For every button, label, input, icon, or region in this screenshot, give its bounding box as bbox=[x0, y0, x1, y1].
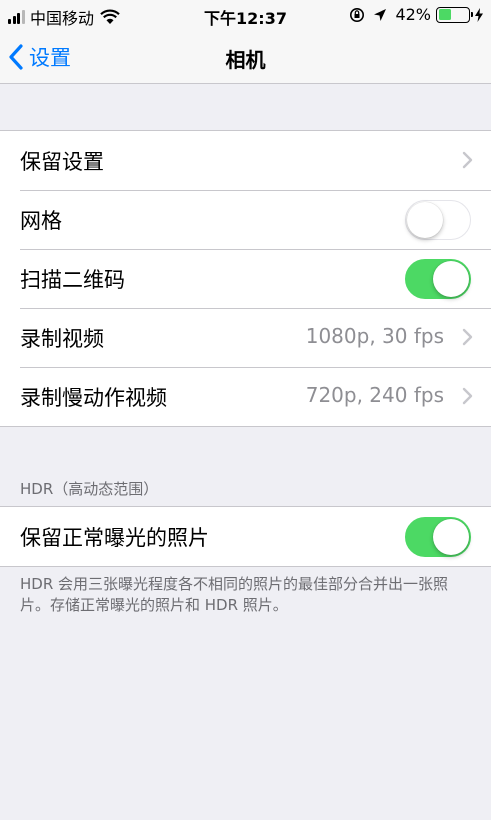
location-icon bbox=[374, 8, 387, 21]
grid-toggle[interactable] bbox=[405, 200, 471, 240]
hdr-group: 保留正常曝光的照片 bbox=[0, 506, 491, 567]
row-label: 保留设置 bbox=[20, 150, 104, 174]
row-keep-normal-photo: 保留正常曝光的照片 bbox=[0, 507, 491, 566]
row-value: 720p, 240 fps bbox=[305, 383, 444, 407]
chevron-right-icon bbox=[462, 328, 473, 346]
hdr-footer-note: HDR 会用三张曝光程度各不相同的照片的最佳部分合并出一张照片。存储正常曝光的照… bbox=[20, 575, 449, 614]
row-record-video[interactable]: 录制视频 1080p, 30 fps bbox=[0, 308, 491, 367]
scan-qr-code-toggle[interactable] bbox=[405, 259, 471, 299]
row-label: 保留正常曝光的照片 bbox=[20, 526, 209, 550]
row-label: 录制视频 bbox=[20, 327, 104, 351]
toggle-knob bbox=[433, 518, 469, 555]
battery-percent: 42% bbox=[395, 5, 431, 24]
chevron-right-icon bbox=[462, 387, 473, 405]
row-value: 1080p, 30 fps bbox=[305, 324, 444, 348]
row-label: 录制慢动作视频 bbox=[20, 386, 167, 410]
navigation-bar: 设置 相机 bbox=[0, 30, 491, 84]
toggle-knob bbox=[406, 201, 443, 238]
status-bar: 中国移动 下午12:37 42% bbox=[0, 0, 491, 30]
row-label: 网格 bbox=[20, 209, 62, 233]
charging-bolt-icon bbox=[475, 7, 483, 22]
row-preserve-settings[interactable]: 保留设置 bbox=[0, 131, 491, 190]
rotation-lock-icon bbox=[350, 7, 365, 22]
battery-level bbox=[438, 9, 451, 20]
hdr-section-header: HDR（高动态范围） bbox=[20, 480, 159, 498]
keep-normal-photo-toggle[interactable] bbox=[405, 517, 471, 557]
row-label: 扫描二维码 bbox=[20, 268, 125, 292]
battery-icon bbox=[436, 6, 473, 23]
row-record-slo-mo[interactable]: 录制慢动作视频 720p, 240 fps bbox=[0, 367, 491, 426]
toggle-knob bbox=[433, 260, 469, 297]
camera-settings-group: 保留设置 网格 扫描二维码 录制视频 1080p, 30 fps 录制慢动作视频… bbox=[0, 130, 491, 427]
status-right: 42% bbox=[349, 5, 483, 24]
row-grid: 网格 bbox=[0, 190, 491, 249]
chevron-right-icon bbox=[462, 151, 473, 169]
row-scan-qr-code: 扫描二维码 bbox=[0, 249, 491, 308]
page-title: 相机 bbox=[225, 48, 266, 72]
